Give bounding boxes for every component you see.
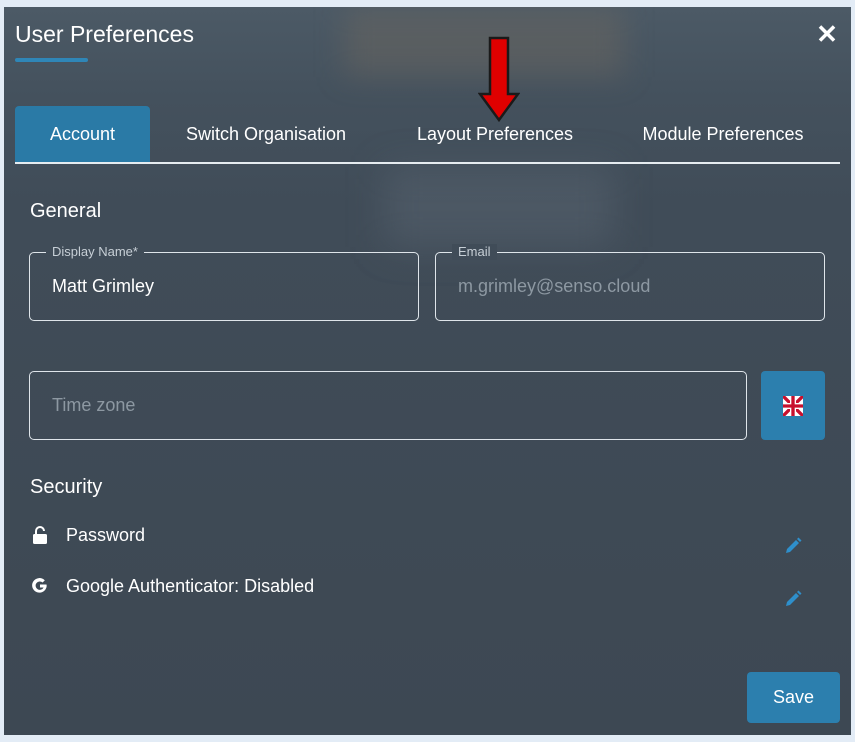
display-name-value: Matt Grimley (52, 276, 155, 296)
google-authenticator-row: Google Authenticator: Disabled (30, 574, 314, 598)
edit-google-authenticator-button[interactable] (782, 588, 804, 610)
tab-module-preferences[interactable]: Module Preferences (630, 106, 816, 162)
password-row: Password (30, 523, 145, 547)
email-field[interactable]: Email m.grimley@senso.cloud (435, 244, 825, 321)
tab-bar: Account Switch Organisation Layout Prefe… (15, 106, 840, 164)
display-name-field[interactable]: Display Name* Matt Grimley (29, 244, 419, 321)
pencil-icon (786, 590, 802, 606)
language-button[interactable] (761, 371, 825, 440)
email-value: m.grimley@senso.cloud (458, 276, 651, 296)
tab-switch-organisation[interactable]: Switch Organisation (167, 106, 365, 162)
close-icon[interactable]: ✕ (814, 21, 840, 47)
tab-account[interactable]: Account (15, 106, 150, 162)
title-underline (15, 58, 88, 62)
password-label: Password (66, 524, 146, 545)
pencil-icon (786, 537, 802, 553)
timezone-input[interactable]: Time zone (29, 371, 747, 440)
save-button[interactable]: Save (747, 672, 840, 723)
edit-password-button[interactable] (782, 535, 804, 557)
timezone-placeholder: Time zone (52, 395, 136, 415)
user-preferences-dialog: User Preferences ✕ Account Switch Organi… (4, 7, 851, 735)
background-blur (384, 167, 614, 247)
security-heading: Security (30, 476, 103, 498)
google-authenticator-label: Google Authenticator: Disabled (66, 575, 315, 596)
dialog-title: User Preferences (15, 21, 194, 47)
red-down-arrow-icon (478, 36, 520, 122)
uk-flag-icon (783, 395, 803, 416)
google-icon (30, 576, 50, 596)
general-heading: General (30, 200, 102, 222)
unlock-icon (30, 525, 50, 545)
